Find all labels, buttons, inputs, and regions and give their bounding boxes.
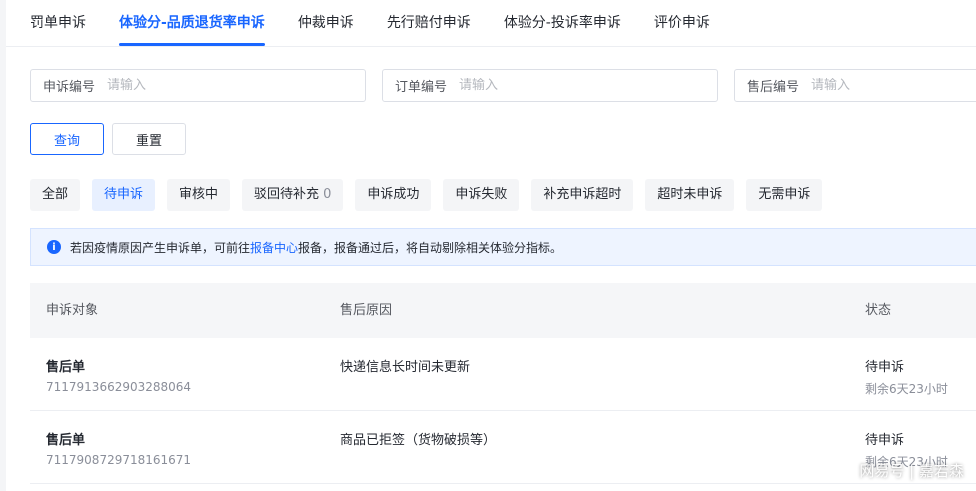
chip-timeout-not-appealed[interactable]: 超时未申诉: [645, 179, 735, 211]
status-text: 待申诉: [865, 433, 905, 448]
appeal-object-type: 售后单: [46, 433, 86, 448]
header-appeal-object: 申诉对象: [46, 303, 99, 318]
chip-all[interactable]: 全部: [30, 179, 81, 211]
table-header: 申诉对象 售后原因 状态: [30, 283, 976, 338]
chip-supplement-timeout[interactable]: 补充申诉超时: [531, 179, 634, 211]
after-sale-number-label: 售后编号: [747, 80, 800, 95]
tab-review-appeal[interactable]: 评价申诉: [654, 0, 710, 46]
chip-pending-appeal[interactable]: 待申诉: [92, 179, 156, 211]
info-icon: i: [47, 240, 61, 254]
order-number-field: 订单编号: [382, 69, 718, 102]
after-sale-reason: 快递信息长时间未更新: [340, 360, 471, 375]
status-text: 待申诉: [865, 360, 905, 375]
appeal-object-id: 7117908729718161671: [46, 453, 192, 467]
appeal-type-tabs: 罚单申诉 体验分-品质退货率申诉 仲裁申诉 先行赔付申诉 体验分-投诉率申诉 评…: [30, 0, 743, 46]
query-button[interactable]: 查询: [30, 123, 104, 155]
notice-text-suffix: 报备，报备通过后，将自动剔除相关体验分指标。: [298, 240, 563, 255]
appeal-number-field: 申诉编号: [30, 69, 366, 102]
chip-label: 补充申诉超时: [543, 187, 622, 202]
chip-label: 驳回待补充: [254, 187, 320, 202]
epidemic-notice-banner: i 若因疫情原因产生申诉单，可前往 报备中心 报备，报备通过后，将自动剔除相关体验分…: [30, 228, 976, 266]
tab-advance-compensation-appeal[interactable]: 先行赔付申诉: [387, 0, 471, 46]
chip-label: 申诉失败: [455, 187, 508, 202]
appeal-number-label: 申诉编号: [43, 80, 96, 95]
header-status: 状态: [865, 303, 892, 318]
status-filter-chips: 全部 待申诉 审核中 驳回待补充 0 申诉成功 申诉失败 补充申诉超时 超时未申诉…: [30, 179, 834, 211]
chip-label: 全部: [42, 187, 69, 202]
chip-no-appeal-needed[interactable]: 无需申诉: [746, 179, 823, 211]
tab-arbitration-appeal[interactable]: 仲裁申诉: [298, 0, 354, 46]
chip-label: 待申诉: [104, 187, 144, 202]
chip-label: 申诉成功: [367, 187, 420, 202]
chip-appeal-failed[interactable]: 申诉失败: [443, 179, 520, 211]
notice-text-prefix: 若因疫情原因产生申诉单，可前往: [70, 240, 251, 255]
tab-complaint-rate-appeal[interactable]: 体验分-投诉率申诉: [504, 0, 621, 46]
tab-divider: [6, 46, 976, 47]
tab-penalty-appeal[interactable]: 罚单申诉: [30, 0, 86, 46]
chip-rejected-to-supplement[interactable]: 驳回待补充 0: [242, 179, 344, 211]
remaining-time: 剩余6天23小时: [865, 382, 948, 396]
appeal-object-id: 7117913662903288064: [46, 380, 192, 394]
report-center-link[interactable]: 报备中心: [250, 239, 298, 256]
chip-appeal-success[interactable]: 申诉成功: [355, 179, 432, 211]
after-sale-number-field: 售后编号: [734, 69, 976, 102]
order-number-label: 订单编号: [395, 80, 448, 95]
watermark: 网易号 | 嘉若森: [859, 462, 964, 480]
appeal-number-input[interactable]: [107, 78, 365, 93]
chip-under-review[interactable]: 审核中: [167, 179, 231, 211]
appeal-object-type: 售后单: [46, 360, 86, 375]
tab-quality-return-rate-appeal[interactable]: 体验分-品质退货率申诉: [119, 0, 265, 46]
after-sale-number-input[interactable]: [811, 78, 976, 93]
after-sale-reason: 商品已拒签（货物破损等）: [340, 433, 497, 448]
header-after-sale-reason: 售后原因: [340, 303, 393, 318]
chip-label: 超时未申诉: [657, 187, 723, 202]
order-number-input[interactable]: [459, 78, 717, 93]
table-row: 售后单 7117913662903288064 快递信息长时间未更新 待申诉 剩…: [30, 338, 976, 411]
reset-button[interactable]: 重置: [112, 123, 186, 155]
table-row: 售后单 7117908729718161671 商品已拒签（货物破损等） 待申诉…: [30, 411, 976, 484]
left-edge-strip: [0, 0, 6, 491]
chip-label: 无需申诉: [758, 187, 811, 202]
chip-label: 审核中: [179, 187, 219, 202]
chip-count: 0: [323, 187, 332, 202]
